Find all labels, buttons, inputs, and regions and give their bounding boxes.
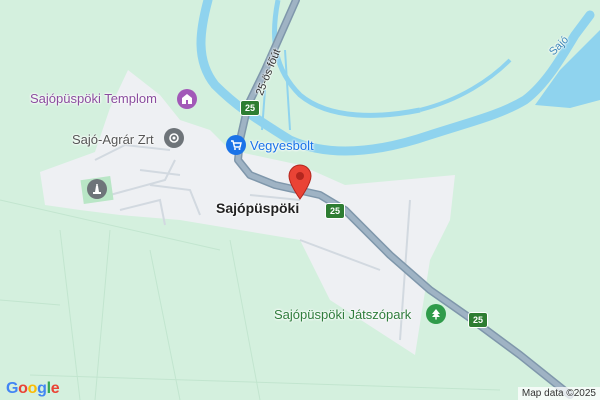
church-icon[interactable] bbox=[177, 89, 197, 109]
route-shield: 25 bbox=[468, 312, 488, 328]
route-shield: 25 bbox=[325, 203, 345, 219]
company-label[interactable]: Sajó-Agrár Zrt bbox=[72, 132, 154, 148]
route-shield: 25 bbox=[240, 100, 260, 116]
monument-icon[interactable] bbox=[87, 179, 107, 199]
church-label[interactable]: Sajópüspöki Templom bbox=[30, 91, 157, 107]
tree-icon[interactable] bbox=[426, 304, 446, 324]
shopping-cart-icon[interactable] bbox=[226, 135, 246, 155]
shop-label[interactable]: Vegyesbolt bbox=[250, 138, 314, 154]
building-icon[interactable] bbox=[164, 128, 184, 148]
map-canvas[interactable]: 25-ös főút 25 25 25 Sajó Sajópüspöki Tem… bbox=[0, 0, 600, 400]
google-logo: Google bbox=[6, 380, 60, 397]
map-pin-icon[interactable] bbox=[287, 164, 313, 205]
playground-label[interactable]: Sajópüspöki Játszópark bbox=[274, 307, 411, 323]
map-attribution[interactable]: Map data ©2025 bbox=[517, 387, 600, 400]
